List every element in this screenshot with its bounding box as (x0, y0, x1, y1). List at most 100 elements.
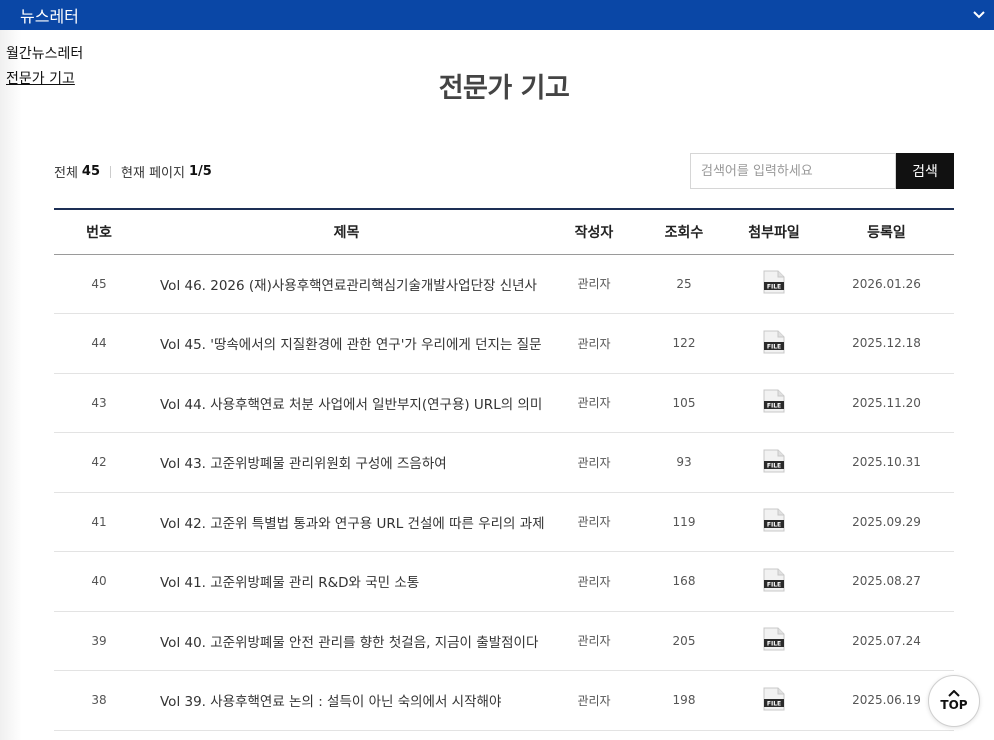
article-title-link[interactable]: Vol 44. 사용후핵연료 처분 사업에서 일반부지(연구용) URL의 의미 (160, 397, 542, 413)
row-title-cell: Vol 44. 사용후핵연료 처분 사업에서 일반부지(연구용) URL의 의미 (144, 373, 549, 433)
svg-text:FILE: FILE (767, 522, 781, 529)
file-attachment-icon[interactable]: FILE (763, 389, 785, 416)
file-attachment-icon[interactable]: FILE (763, 627, 785, 654)
info-divider (110, 165, 112, 178)
page-label: 현재 페이지 (121, 166, 185, 181)
table-row: 41 Vol 42. 고준위 특별법 통과와 연구용 URL 건설에 따른 우리… (54, 492, 954, 552)
row-views: 119 (639, 492, 729, 552)
row-attachment: FILE (729, 670, 819, 731)
page-title: 전문가 기고 (438, 73, 570, 104)
row-date: 2025.08.27 (819, 551, 954, 612)
row-attachment: FILE (729, 373, 819, 433)
row-date: 2025.12.18 (819, 313, 954, 374)
article-title-link[interactable]: Vol 43. 고준위방폐물 관리위원회 구성에 즈음하여 (160, 456, 447, 472)
table-row: 44 Vol 45. '땅속에서의 지질환경에 관한 연구'가 우리에게 던지는… (54, 313, 954, 374)
row-views: 168 (639, 551, 729, 612)
row-number: 44 (54, 313, 144, 374)
row-views: 25 (639, 254, 729, 314)
article-title-link[interactable]: Vol 42. 고준위 특별법 통과와 연구용 URL 건설에 따른 우리의 과… (160, 516, 545, 532)
page-value: 1/5 (188, 164, 212, 179)
file-attachment-icon[interactable]: FILE (763, 270, 785, 297)
row-number: 43 (54, 373, 144, 433)
row-author: 관리자 (549, 432, 639, 493)
row-author: 관리자 (549, 492, 639, 552)
row-attachment: FILE (729, 492, 819, 552)
article-title-link[interactable]: Vol 45. '땅속에서의 지질환경에 관한 연구'가 우리에게 던지는 질문 (160, 337, 542, 353)
total-count: 45 (81, 164, 101, 179)
row-attachment: FILE (729, 551, 819, 612)
row-number: 40 (54, 551, 144, 612)
row-views: 105 (639, 373, 729, 433)
row-number: 39 (54, 611, 144, 671)
file-attachment-icon[interactable]: FILE (763, 687, 785, 714)
row-date: 2026.01.26 (819, 254, 954, 314)
row-attachment: FILE (729, 254, 819, 314)
column-header-attachment: 첨부파일 (748, 224, 800, 241)
row-number: 45 (54, 254, 144, 314)
article-title-link[interactable]: Vol 46. 2026 (재)사용후핵연료관리핵심기술개발사업단장 신년사 (160, 278, 537, 294)
row-number: 42 (54, 432, 144, 493)
row-date: 2025.09.29 (819, 492, 954, 552)
svg-text:FILE: FILE (767, 581, 781, 588)
row-title-cell: Vol 41. 고준위방폐물 관리 R&D와 국민 소통 (144, 551, 549, 612)
submenu-item-monthly-newsletter[interactable]: 월간뉴스레터 (6, 42, 83, 67)
column-header-date: 등록일 (867, 224, 906, 241)
column-header-author: 작성자 (574, 224, 614, 241)
row-number: 41 (54, 492, 144, 552)
row-author: 관리자 (549, 551, 639, 612)
row-author: 관리자 (549, 373, 639, 433)
page-edge-shadow (0, 30, 22, 740)
file-attachment-icon[interactable]: FILE (763, 449, 785, 476)
row-date: 2025.11.20 (819, 373, 954, 433)
svg-text:FILE: FILE (767, 641, 781, 648)
column-header-title: 제목 (333, 224, 360, 241)
article-title-link[interactable]: Vol 40. 고준위방폐물 안전 관리를 향한 첫걸음, 지금이 출발점이다 (160, 635, 538, 651)
row-number: 38 (54, 670, 144, 731)
row-title-cell: Vol 45. '땅속에서의 지질환경에 관한 연구'가 우리에게 던지는 질문 (144, 313, 549, 374)
row-date: 2025.10.31 (819, 432, 954, 493)
row-date: 2025.07.24 (819, 611, 954, 671)
table-row: 42 Vol 43. 고준위방폐물 관리위원회 구성에 즈음하여 관리자 93 … (54, 432, 954, 493)
row-title-cell: Vol 46. 2026 (재)사용후핵연료관리핵심기술개발사업단장 신년사 (144, 254, 549, 314)
column-header-number: 번호 (86, 224, 112, 241)
article-title-link[interactable]: Vol 41. 고준위방폐물 관리 R&D와 국민 소통 (160, 575, 419, 591)
table-row: 43 Vol 44. 사용후핵연료 처분 사업에서 일반부지(연구용) URL의… (54, 373, 954, 433)
file-attachment-icon[interactable]: FILE (763, 568, 785, 595)
scroll-to-top-button[interactable]: TOP (928, 675, 980, 727)
svg-text:FILE: FILE (767, 284, 781, 291)
row-author: 관리자 (549, 670, 639, 731)
scroll-to-top-label: TOP (940, 698, 968, 712)
column-header-views: 조회수 (664, 224, 704, 241)
row-views: 205 (639, 611, 729, 671)
search-button[interactable]: 검색 (896, 153, 954, 189)
svg-text:FILE: FILE (767, 403, 781, 410)
svg-text:FILE: FILE (767, 343, 781, 350)
article-table: 번호 제목 작성자 조회수 첨부파일 등록일 45 Vol 46. 2026 (… (54, 208, 954, 731)
table-row: 40 Vol 41. 고준위방폐물 관리 R&D와 국민 소통 관리자 168 … (54, 551, 954, 612)
chevron-down-icon[interactable] (972, 8, 986, 22)
row-title-cell: Vol 42. 고준위 특별법 통과와 연구용 URL 건설에 따른 우리의 과… (144, 492, 549, 552)
row-author: 관리자 (549, 611, 639, 671)
table-row: 45 Vol 46. 2026 (재)사용후핵연료관리핵심기술개발사업단장 신년… (54, 254, 954, 314)
article-title-link[interactable]: Vol 39. 사용후핵연료 논의 : 설득이 아닌 숙의에서 시작해야 (160, 694, 501, 710)
top-nav-bar: 뉴스레터 (0, 0, 994, 30)
row-attachment: FILE (729, 611, 819, 671)
total-label: 전체 (54, 166, 78, 181)
table-row: 39 Vol 40. 고준위방폐물 안전 관리를 향한 첫걸음, 지금이 출발점… (54, 611, 954, 671)
row-views: 93 (639, 432, 729, 493)
row-title-cell: Vol 43. 고준위방폐물 관리위원회 구성에 즈음하여 (144, 432, 549, 493)
row-title-cell: Vol 40. 고준위방폐물 안전 관리를 향한 첫걸음, 지금이 출발점이다 (144, 611, 549, 671)
row-views: 198 (639, 670, 729, 731)
svg-text:FILE: FILE (767, 462, 781, 469)
file-attachment-icon[interactable]: FILE (763, 508, 785, 535)
search-input[interactable] (690, 153, 896, 189)
board-info: 전체 45 현재 페이지 1/5 (54, 162, 212, 181)
table-row: 38 Vol 39. 사용후핵연료 논의 : 설득이 아닌 숙의에서 시작해야 … (54, 670, 954, 731)
search-form: 검색 (690, 153, 954, 189)
svg-text:FILE: FILE (767, 700, 781, 707)
file-attachment-icon[interactable]: FILE (763, 330, 785, 357)
row-author: 관리자 (549, 254, 639, 314)
chevron-up-icon (948, 690, 960, 697)
section-title[interactable]: 뉴스레터 (20, 3, 79, 27)
table-header-row: 번호 제목 작성자 조회수 첨부파일 등록일 (54, 209, 954, 254)
